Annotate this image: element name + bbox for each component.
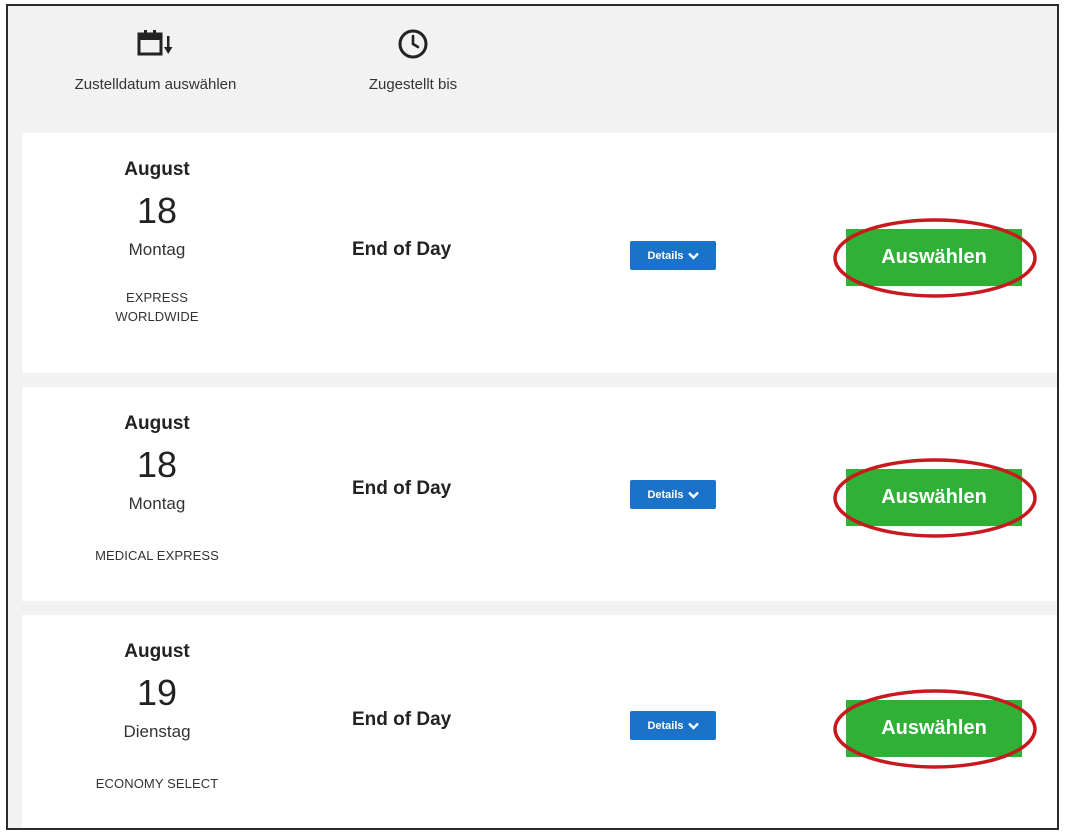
delivery-day: 19	[136, 672, 178, 713]
select-option-area: Auswählen	[832, 457, 1038, 539]
delivery-date: August 18 Montag EXPRESS WORLDWIDE	[62, 133, 252, 326]
delivery-option-row: August 18 Montag MEDICAL EXPRESS End of …	[22, 387, 1057, 601]
time-column-header: Zugestellt bis	[358, 28, 468, 93]
service-name: ECONOMY SELECT	[95, 776, 219, 791]
date-column-label: Zustelldatum auswählen	[74, 76, 237, 93]
details-button[interactable]: Details	[630, 711, 716, 740]
details-label: Details	[647, 719, 684, 732]
chevron-down-icon	[687, 722, 699, 730]
select-button[interactable]: Auswählen	[846, 469, 1022, 526]
delivery-time: End of Day	[352, 239, 452, 260]
clock-icon	[358, 28, 468, 60]
delivery-day: 18	[136, 444, 178, 485]
select-option-area: Auswählen	[832, 688, 1038, 770]
delivery-date: August 18 Montag MEDICAL EXPRESS	[62, 387, 252, 565]
delivery-time: End of Day	[352, 478, 452, 499]
delivery-option-row: August 18 Montag EXPRESS WORLDWIDE End o…	[22, 133, 1057, 373]
delivery-date: August 19 Dienstag ECONOMY SELECT	[62, 615, 252, 793]
delivery-day: 18	[136, 190, 178, 231]
delivery-options-panel: Zustelldatum auswählen Zugestellt bis Au…	[6, 4, 1059, 830]
details-label: Details	[647, 488, 684, 501]
chevron-down-icon	[687, 252, 699, 260]
chevron-down-icon	[687, 491, 699, 499]
details-button[interactable]: Details	[630, 480, 716, 509]
service-name: MEDICAL EXPRESS	[95, 548, 219, 563]
delivery-weekday: Montag	[128, 494, 186, 513]
date-column-header: Zustelldatum auswählen	[48, 28, 263, 93]
delivery-month: August	[124, 413, 190, 434]
delivery-weekday: Dienstag	[123, 722, 191, 741]
delivery-option-list: August 18 Montag EXPRESS WORLDWIDE End o…	[22, 133, 1057, 828]
select-button[interactable]: Auswählen	[846, 700, 1022, 757]
delivery-time: End of Day	[352, 709, 452, 730]
time-column-label: Zugestellt bis	[368, 76, 458, 93]
delivery-month: August	[124, 641, 190, 662]
details-button[interactable]: Details	[630, 241, 716, 270]
service-name: EXPRESS WORLDWIDE	[115, 290, 199, 324]
delivery-month: August	[124, 159, 190, 180]
options-header: Zustelldatum auswählen Zugestellt bis	[8, 6, 1057, 130]
select-option-area: Auswählen	[832, 217, 1038, 299]
select-button[interactable]: Auswählen	[846, 229, 1022, 286]
details-label: Details	[647, 249, 684, 262]
calendar-sort-icon	[48, 28, 263, 60]
delivery-weekday: Montag	[128, 240, 186, 259]
delivery-option-row: August 19 Dienstag ECONOMY SELECT End of…	[22, 615, 1057, 828]
